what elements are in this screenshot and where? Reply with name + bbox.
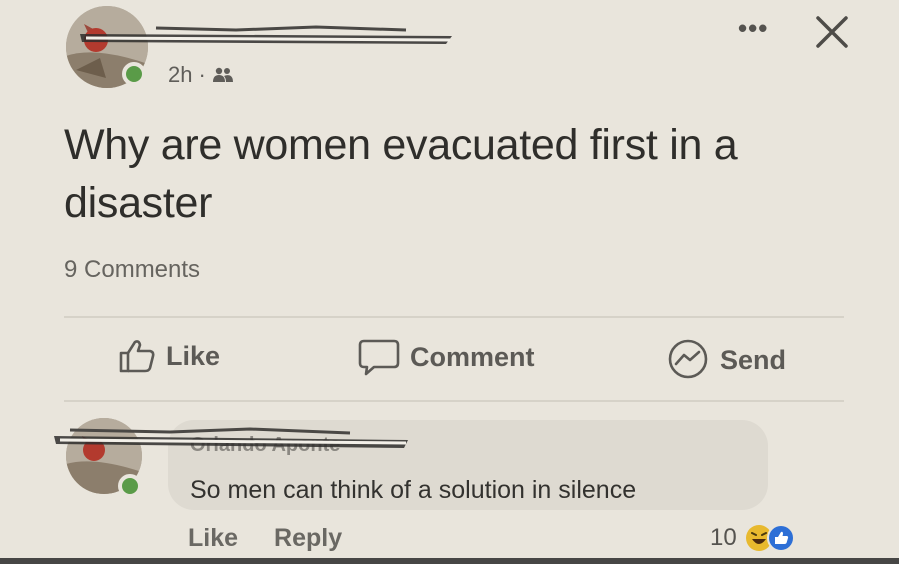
divider [64, 316, 844, 318]
name-redaction-scribble [54, 427, 408, 448]
comment-text: So men can think of a solution in silenc… [190, 476, 637, 504]
online-status-indicator [122, 62, 146, 86]
ellipsis-icon: ••• [738, 13, 769, 43]
comment-actions: Like Reply [188, 524, 342, 553]
comment-reply-button[interactable]: Reply [274, 524, 342, 553]
send-button[interactable]: Send [666, 338, 786, 382]
comment-reactions[interactable]: 10 [710, 524, 795, 552]
comment-button[interactable]: Comment [358, 338, 535, 376]
post-header: 2h · ••• [0, 0, 899, 100]
reaction-icons [745, 524, 795, 552]
friends-icon [212, 67, 233, 82]
comments-count-link[interactable]: 9 Comments [64, 256, 200, 284]
thumbs-up-icon [119, 340, 155, 373]
meta-separator: · [198, 62, 206, 87]
post-meta: 2h · [168, 62, 234, 88]
post-timestamp[interactable]: 2h [168, 62, 192, 88]
like-button[interactable]: Like [118, 338, 220, 374]
action-bar: Like Comment Send [0, 322, 899, 398]
comment-like-button[interactable]: Like [188, 524, 238, 553]
comment-bubble-icon [358, 339, 400, 376]
name-redaction-scribble [80, 25, 452, 44]
messenger-icon [668, 339, 708, 379]
comment-item: Orlando Aponte So men can think of a sol… [0, 410, 899, 564]
bottom-edge [0, 558, 899, 564]
post-text: Why are women evacuated first in a disas… [64, 121, 738, 227]
divider [64, 400, 844, 402]
like-label: Like [166, 340, 221, 371]
like-icon [766, 524, 795, 552]
comment-label: Comment [410, 341, 535, 372]
close-icon[interactable] [812, 12, 852, 52]
online-status-indicator [118, 474, 142, 498]
more-options-button[interactable]: ••• [738, 15, 768, 41]
reaction-count: 10 [710, 524, 737, 551]
send-label: Send [720, 344, 787, 375]
